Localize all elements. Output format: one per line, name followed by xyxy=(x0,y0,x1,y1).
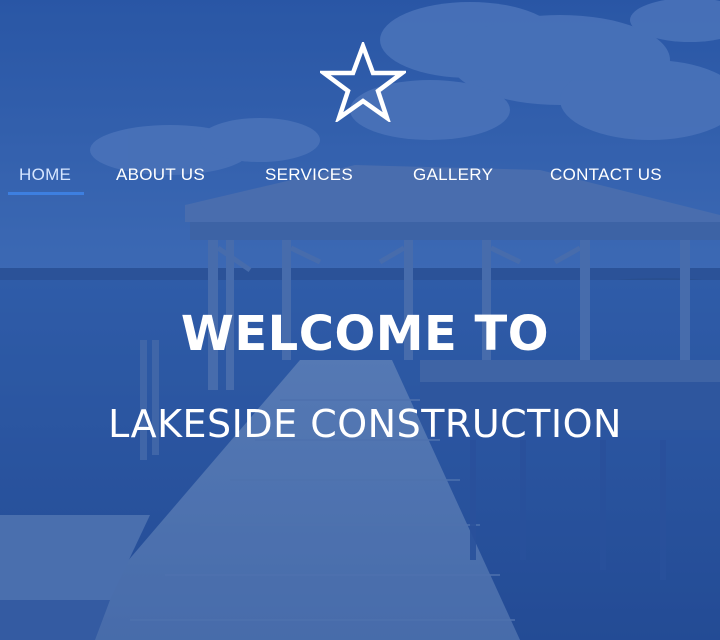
nav-item-services[interactable]: SERVICES xyxy=(265,162,353,194)
nav-item-gallery[interactable]: GALLERY xyxy=(413,162,493,194)
nav-item-about-us[interactable]: ABOUT US xyxy=(116,162,205,194)
nav-item-home[interactable]: HOME xyxy=(19,162,71,194)
nav-active-indicator xyxy=(8,192,84,195)
hero-title: WELCOME TO xyxy=(180,306,550,362)
hero-subtitle: LAKESIDE CONSTRUCTION xyxy=(108,402,622,446)
main-navigation: HOME ABOUT US SERVICES GALLERY CONTACT U… xyxy=(0,162,720,202)
hero-section: HOME ABOUT US SERVICES GALLERY CONTACT U… xyxy=(0,0,720,640)
nav-item-contact-us[interactable]: CONTACT US xyxy=(550,162,662,194)
star-icon[interactable] xyxy=(320,42,406,122)
